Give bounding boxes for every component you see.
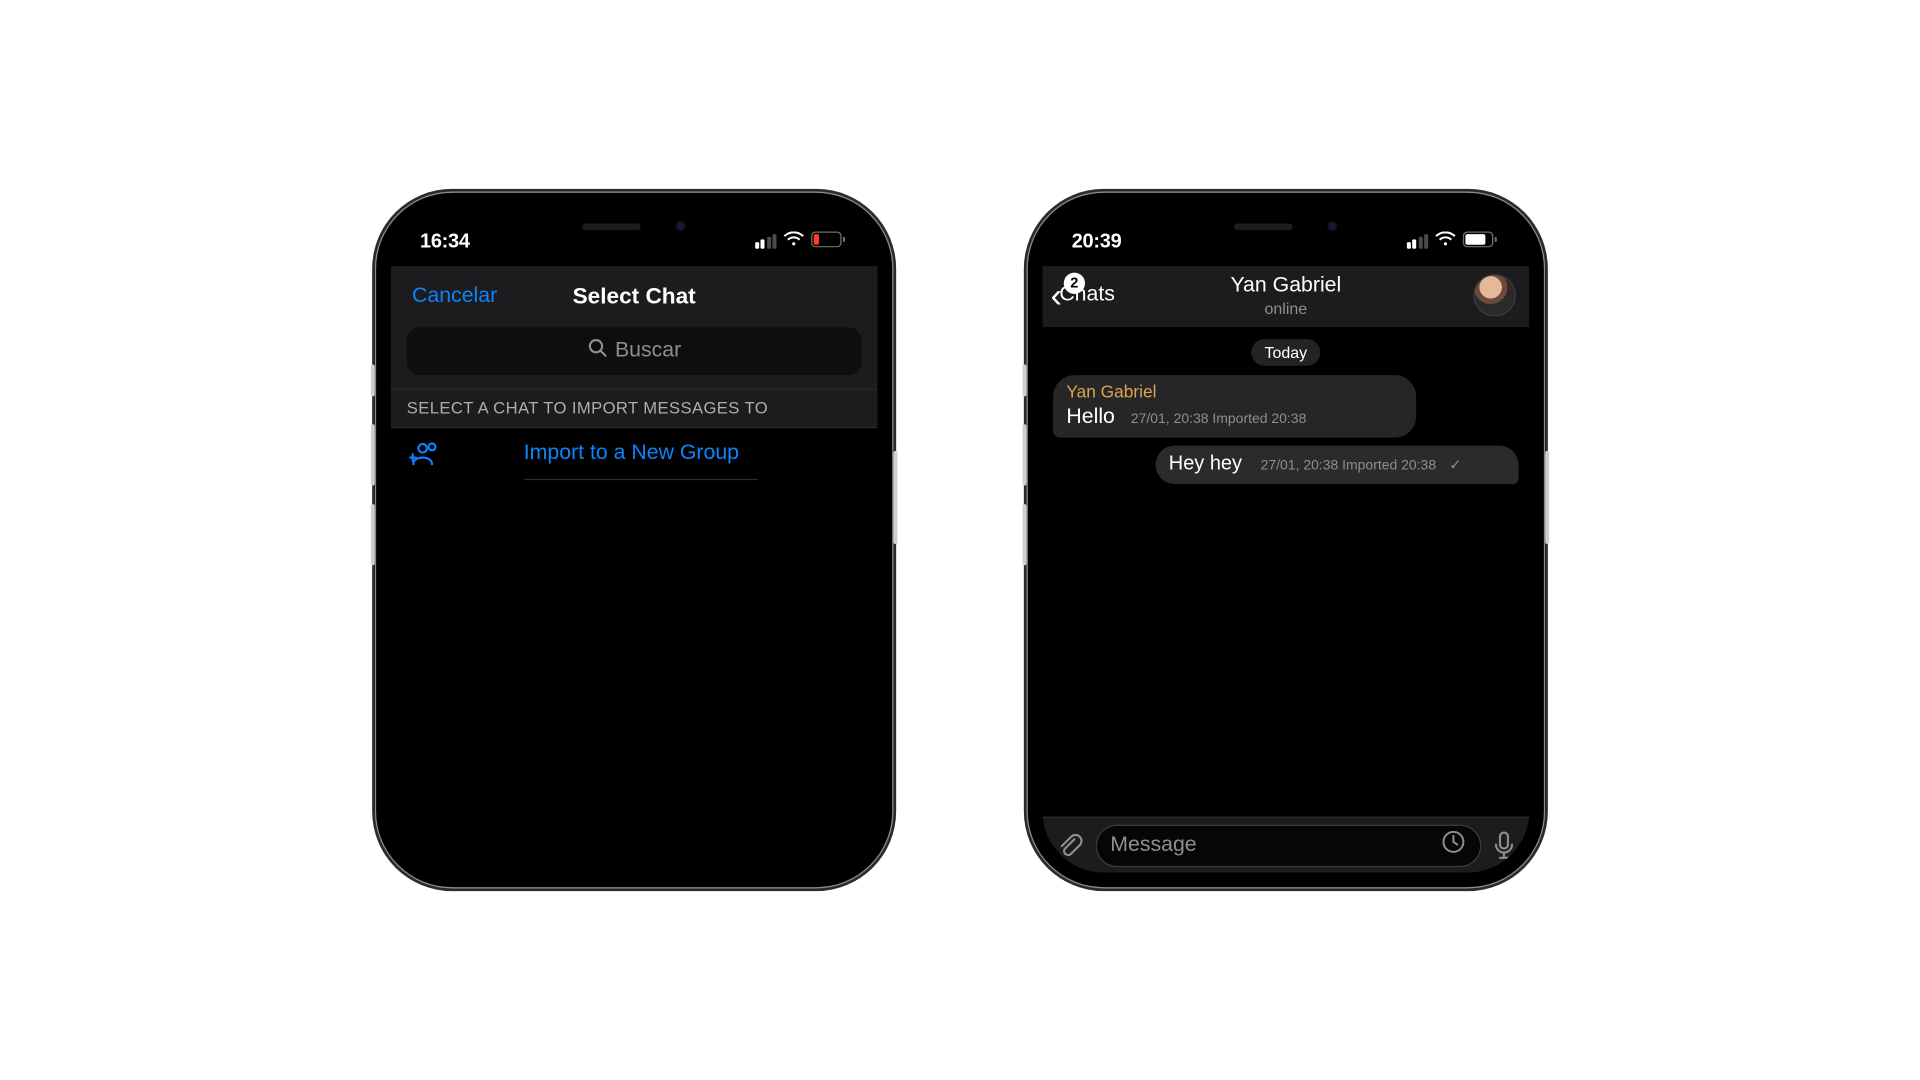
battery-icon	[811, 229, 846, 252]
status-time: 16:34	[420, 229, 470, 252]
microphone-icon[interactable]	[1492, 829, 1516, 861]
section-header: SELECT A CHAT TO IMPORT MESSAGES TO	[391, 388, 878, 428]
date-separator: Today	[1053, 341, 1519, 365]
volume-up-button[interactable]	[1023, 424, 1027, 485]
message-placeholder: Message	[1110, 833, 1196, 857]
message-meta: 27/01, 20:38 Imported 20:38	[1131, 411, 1306, 428]
group-add-icon	[409, 440, 457, 469]
volume-down-button[interactable]	[371, 504, 375, 565]
status-time: 20:39	[1072, 229, 1122, 252]
chat-area[interactable]: Today Yan Gabriel Hello 27/01, 20:38 Imp…	[1042, 327, 1529, 816]
power-button[interactable]	[1545, 451, 1549, 544]
power-button[interactable]	[894, 451, 898, 544]
battery-icon	[1463, 229, 1498, 252]
chat-nav-header: 2 ‹ Chats Yan Gabriel online	[1042, 266, 1529, 327]
mute-switch[interactable]	[1023, 364, 1027, 396]
cellular-icon	[1406, 233, 1428, 248]
message-in[interactable]: Yan Gabriel Hello 27/01, 20:38 Imported …	[1053, 375, 1416, 438]
import-new-group-label: Import to a New Group	[524, 442, 739, 466]
mute-switch[interactable]	[371, 364, 375, 396]
nav-header: Cancelar Select Chat Buscar	[391, 266, 878, 388]
cancel-button[interactable]: Cancelar	[412, 285, 497, 309]
volume-down-button[interactable]	[1023, 504, 1027, 565]
avatar[interactable]	[1473, 274, 1516, 317]
contact-header[interactable]: Yan Gabriel online	[1230, 273, 1341, 317]
wifi-icon	[783, 229, 804, 252]
nav-title: Select Chat	[573, 283, 696, 310]
paperclip-icon[interactable]	[1056, 831, 1085, 860]
search-input[interactable]: Buscar	[407, 327, 862, 375]
message-text: Hey hey	[1169, 453, 1242, 478]
check-icon: ✓	[1449, 458, 1461, 476]
message-text: Hello	[1066, 405, 1115, 432]
message-input[interactable]: Message	[1096, 824, 1482, 867]
message-input-bar: Message	[1042, 817, 1529, 873]
cellular-icon	[755, 233, 777, 248]
message-meta: 27/01, 20:38 Imported 20:38	[1261, 458, 1436, 475]
search-placeholder: Buscar	[615, 339, 681, 363]
contact-status: online	[1230, 299, 1341, 318]
notch	[1179, 207, 1392, 244]
message-out[interactable]: Hey hey 27/01, 20:38 Imported 20:38 ✓	[1156, 446, 1519, 484]
search-icon	[587, 338, 607, 365]
phone-left: 16:34 Cancelar Select Chat	[375, 192, 894, 889]
clock-icon[interactable]	[1440, 829, 1467, 862]
wifi-icon	[1435, 229, 1456, 252]
contact-name: Yan Gabriel	[1230, 273, 1341, 297]
screen: 20:39 2 ‹ Chats	[1042, 207, 1529, 872]
unread-badge: 2	[1064, 273, 1085, 294]
import-new-group-row[interactable]: Import to a New Group	[391, 428, 878, 480]
screen: 16:34 Cancelar Select Chat	[391, 207, 878, 872]
message-sender: Yan Gabriel	[1066, 382, 1402, 404]
back-button[interactable]: 2 ‹ Chats	[1050, 278, 1114, 313]
notch	[528, 207, 741, 244]
volume-up-button[interactable]	[371, 424, 375, 485]
phone-right: 20:39 2 ‹ Chats	[1027, 192, 1546, 889]
